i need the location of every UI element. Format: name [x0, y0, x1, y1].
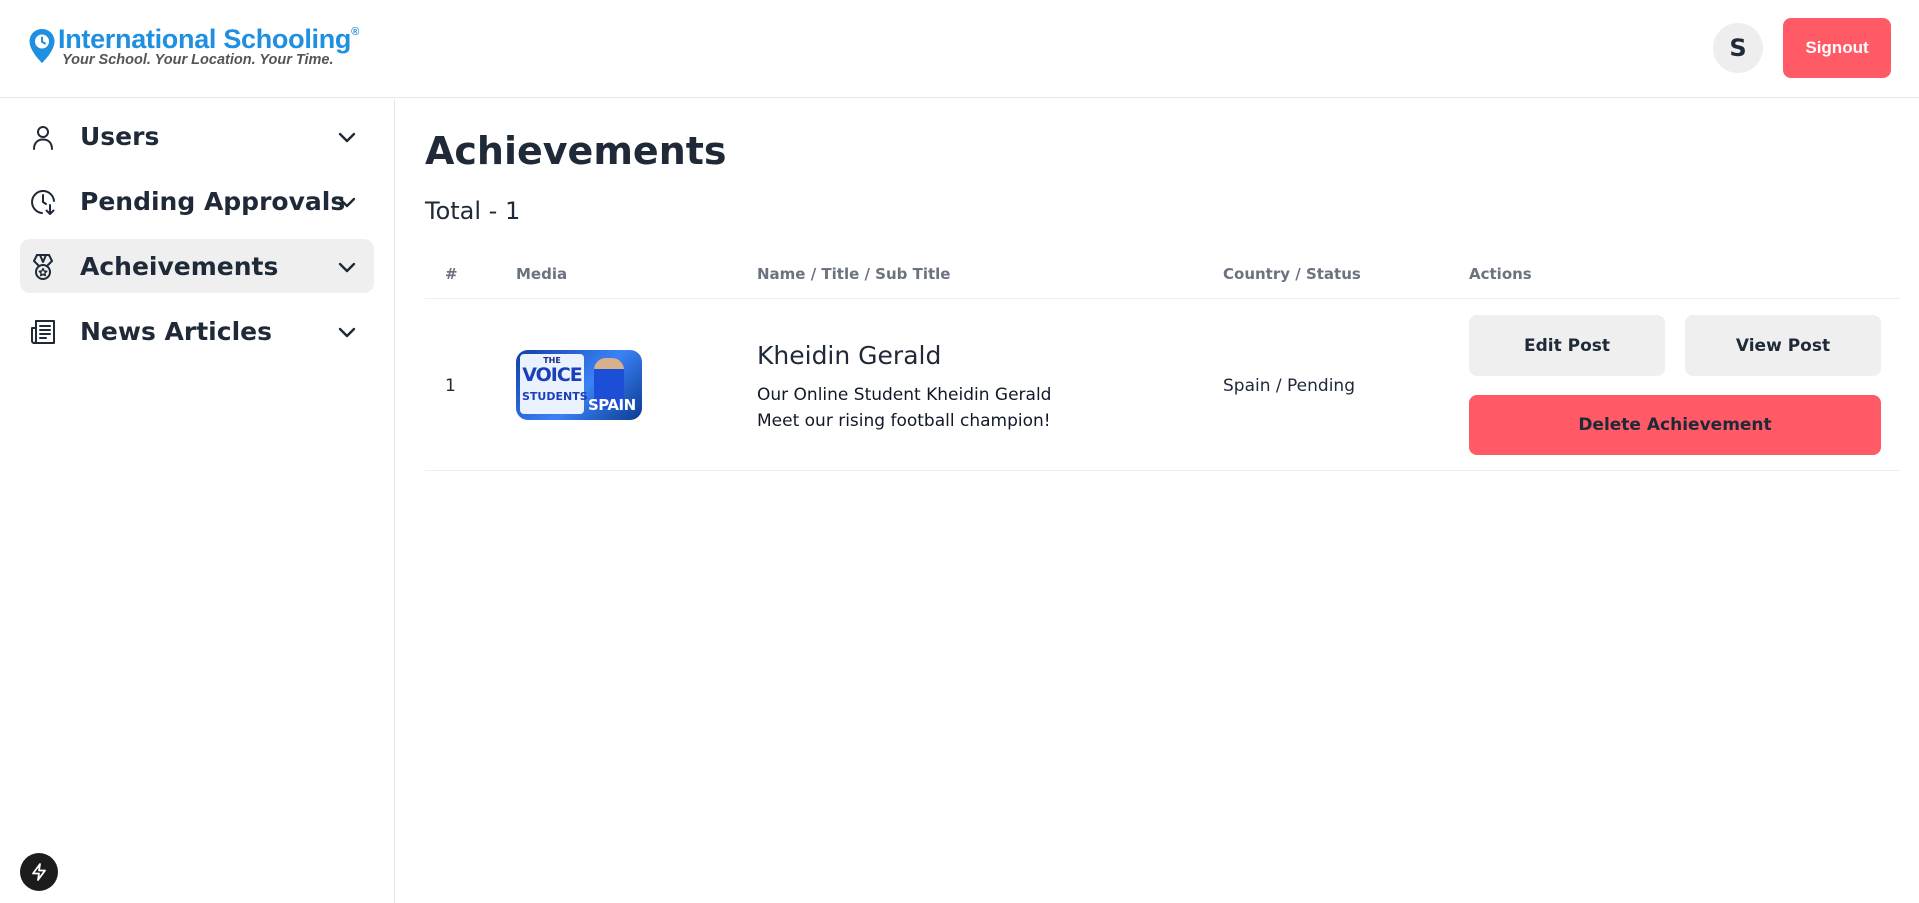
total-count: Total - 1: [425, 197, 521, 225]
medal-icon: [33, 254, 53, 280]
column-header-media: Media: [516, 265, 568, 283]
sidebar: Users Pending Approvals Acheivements New…: [0, 99, 395, 903]
achievement-subtitle: Meet our rising football champion!: [757, 411, 1051, 431]
clock-download-icon: [31, 190, 55, 215]
column-header-name: Name / Title / Sub Title: [757, 265, 951, 283]
user-avatar[interactable]: S: [1713, 23, 1763, 73]
sidebar-item-pending-approvals[interactable]: Pending Approvals: [20, 174, 374, 228]
chevron-down-icon: [338, 197, 356, 208]
column-header-country-status: Country / Status: [1223, 265, 1361, 283]
sidebar-item-news-articles[interactable]: News Articles: [20, 304, 374, 358]
sidebar-item-acheivements[interactable]: Acheivements: [20, 239, 374, 293]
registered-mark: ®: [351, 26, 359, 38]
page-title: Achievements: [425, 129, 727, 173]
row-divider: [425, 470, 1900, 471]
thumbnail-text: VOICE: [522, 364, 583, 386]
brand-logo[interactable]: International Schooling® Your School. Yo…: [28, 24, 359, 72]
sidebar-item-label: Acheivements: [80, 252, 279, 281]
location-pin-icon: [29, 29, 55, 63]
achievement-media-thumbnail[interactable]: THE VOICE STUDENTS SPAIN: [516, 350, 642, 420]
achievement-title: Our Online Student Kheidin Gerald: [757, 385, 1052, 405]
header-divider: [425, 298, 1900, 299]
sidebar-item-label: News Articles: [80, 317, 272, 346]
row-index: 1: [445, 376, 456, 396]
chevron-down-icon: [338, 327, 356, 338]
top-header: International Schooling® Your School. Yo…: [0, 0, 1919, 98]
achievement-name: Kheidin Gerald: [757, 341, 942, 370]
thumbnail-card: THE VOICE STUDENTS: [520, 354, 588, 414]
lightning-icon: [32, 863, 46, 881]
delete-achievement-button[interactable]: Delete Achievement: [1469, 395, 1881, 455]
sidebar-item-label: Users: [80, 122, 160, 151]
quick-action-button[interactable]: [20, 853, 58, 891]
view-post-button[interactable]: View Post: [1685, 315, 1881, 376]
sidebar-item-users[interactable]: Users: [20, 109, 374, 163]
thumbnail-text: STUDENTS: [522, 390, 588, 403]
edit-post-button[interactable]: Edit Post: [1469, 315, 1665, 376]
sidebar-item-label: Pending Approvals: [80, 187, 346, 216]
column-header-actions: Actions: [1469, 265, 1532, 283]
thumbnail-text: SPAIN: [588, 396, 636, 414]
chevron-down-icon: [338, 132, 356, 143]
brand-name: International Schooling®: [58, 24, 359, 54]
brand-tagline: Your School. Your Location. Your Time.: [62, 52, 334, 68]
country-status: Spain / Pending: [1223, 376, 1355, 396]
user-icon: [33, 126, 53, 150]
signout-button[interactable]: Signout: [1783, 18, 1891, 78]
column-header-index: #: [445, 265, 458, 283]
chevron-down-icon: [338, 262, 356, 273]
newspaper-icon: [31, 320, 55, 344]
